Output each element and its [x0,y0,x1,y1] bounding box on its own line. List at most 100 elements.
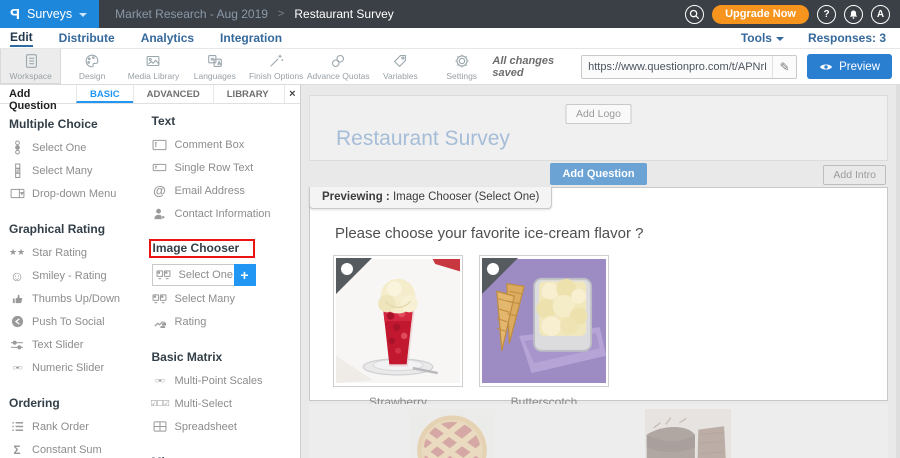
preview-button[interactable]: Preview [807,54,892,79]
qtype-image-chooser-select-many[interactable]: Select Many [152,287,300,310]
tools-menu[interactable]: Tools [741,31,784,45]
add-image-chooser-button[interactable]: + [234,264,256,286]
close-panel-button[interactable]: × [284,85,300,103]
qtype-text-slider[interactable]: Text Slider [9,333,146,356]
preview-scrollbar[interactable] [896,85,900,458]
add-logo-button[interactable]: Add Logo [565,104,632,124]
toolbar-label: Settings [446,71,477,81]
qtype-multi-point-scales[interactable]: ○▪○ Multi-Point Scales [152,369,300,392]
toolbar-label: Languages [194,71,236,81]
tab-analytics[interactable]: Analytics [141,31,194,45]
pie-image [409,409,495,458]
rank-order-icon [9,420,25,433]
multi-point-icon: ○▪○ [152,377,168,385]
stars-icon: ★★ [9,248,25,257]
radio-corner-badge[interactable] [482,258,518,294]
section-title: Multiple Choice [9,117,146,131]
qtype-image-chooser-rating[interactable]: Rating [152,310,300,333]
qtype-star-rating[interactable]: ★★ Star Rating [9,241,146,264]
radio-dot-icon [487,263,499,275]
help-button[interactable]: ? [817,5,836,24]
tab-advanced[interactable]: ADVANCED [133,85,213,103]
qtype-label: Select Many [175,293,236,305]
qtype-label: Drop-down Menu [32,188,116,200]
toolbar-variables[interactable]: Variables [370,49,431,84]
qtype-label: Multi-Point Scales [175,375,263,387]
responses-link[interactable]: Responses: 3 [808,31,890,45]
qtype-comment-box[interactable]: Comment Box [152,133,300,156]
upgrade-now-button[interactable]: Upgrade Now [712,5,809,24]
toolbar-languages[interactable]: Languages [184,49,245,84]
chevron-down-icon [79,13,87,17]
tab-distribute[interactable]: Distribute [59,31,115,45]
question-preview-card: Previewing : Image Chooser (Select One) … [309,187,888,401]
toolbar-design[interactable]: Design [61,49,122,84]
qtype-label: Constant Sum [32,444,102,456]
add-intro-button[interactable]: Add Intro [823,165,886,185]
qtype-constant-sum[interactable]: Σ Constant Sum [9,438,146,458]
toolbar-settings[interactable]: Settings [431,49,492,84]
tab-library[interactable]: LIBRARY [213,85,282,103]
palette-icon [83,52,101,70]
qtype-label: Text Slider [32,339,83,351]
add-question-button[interactable]: Add Question [550,163,646,185]
chocolate-cake-illustration [645,409,731,458]
qtype-numeric-slider[interactable]: ○▪○ Numeric Slider [9,356,146,379]
image-pair-icon [152,293,168,305]
thumb-icon [9,292,25,305]
toolbar-finish-options[interactable]: Finish Options [245,49,306,84]
breadcrumb-parent[interactable]: Market Research - Aug 2019 [115,7,268,21]
section-title-image-chooser-highlighted: Image Chooser [149,239,256,258]
qtype-label: Rank Order [32,421,89,433]
surveys-menu[interactable]: P Surveys [0,0,99,28]
notifications-button[interactable] [844,5,863,24]
dropdown-icon [9,188,25,199]
qtype-image-chooser-select-one[interactable]: Select One + [152,264,256,286]
slider-icon [9,339,25,351]
toolbar-advance-quotas[interactable]: Advance Quotas [307,49,370,84]
toolbar-label: Design [79,71,105,81]
qtype-multi-select[interactable]: ☑☐☑ Multi-Select [152,392,300,415]
tag-icon [391,52,409,70]
edit-url-icon[interactable] [772,56,796,78]
qtype-dropdown-menu[interactable]: Drop-down Menu [9,182,146,205]
qtype-single-row-text[interactable]: Single Row Text [152,156,300,179]
section-title: Ordering [9,396,146,410]
qtype-rank-order[interactable]: Rank Order [9,415,146,438]
qtype-label: Select One [179,269,233,281]
at-icon: @ [152,184,168,197]
comment-box-icon [152,139,168,151]
tab-basic[interactable]: BASIC [76,85,133,103]
qtype-email-address[interactable]: @ Email Address [152,179,300,202]
search-button[interactable] [685,5,704,24]
numeric-slider-icon: ○▪○ [9,364,25,372]
toolbar-media-library[interactable]: Media Library [123,49,184,84]
wand-icon [267,52,285,70]
breadcrumb-separator: > [278,8,284,20]
qtype-select-many[interactable]: Select Many [9,159,146,182]
survey-url-input[interactable] [582,61,772,73]
qtype-label: Single Row Text [175,162,254,174]
checkbox-stack-icon [9,163,25,178]
qtype-push-to-social[interactable]: Push To Social [9,310,146,333]
survey-title[interactable]: Restaurant Survey [336,127,510,151]
tab-integration[interactable]: Integration [220,31,282,45]
save-status: All changes saved [492,55,571,79]
avatar[interactable]: A [871,5,890,24]
editor-toolbar: Workspace Design Media Library Languages… [0,49,900,85]
strawberry-image[interactable] [333,255,463,387]
nav-right: Tools Responses: 3 [741,31,890,45]
qtype-label: Star Rating [32,247,87,259]
image-option-strawberry: Strawberry [333,255,463,409]
qtype-select-one[interactable]: Select One [9,136,146,159]
qtype-smiley-rating[interactable]: ☺ Smiley - Rating [9,264,146,287]
tab-edit[interactable]: Edit [10,30,33,47]
qtype-thumbs-up-down[interactable]: Thumbs Up/Down [9,287,146,310]
qtype-spreadsheet[interactable]: Spreadsheet [152,415,300,438]
chocolate-cake-image [645,409,731,458]
qtype-contact-information[interactable]: Contact Information [152,202,300,225]
toolbar-workspace[interactable]: Workspace [0,49,61,84]
butterscotch-image[interactable] [479,255,609,387]
radio-corner-badge[interactable] [336,258,372,294]
spreadsheet-icon [152,421,168,432]
